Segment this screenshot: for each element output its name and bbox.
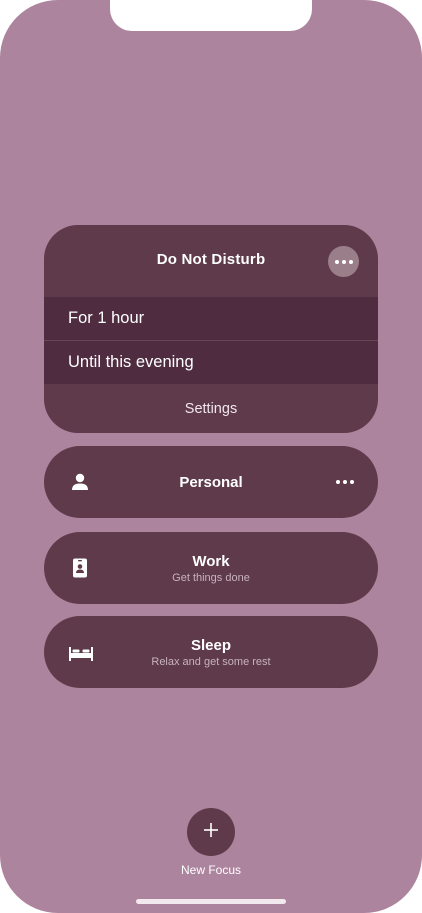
focus-personal[interactable]: Personal xyxy=(44,446,378,518)
bed-icon xyxy=(68,640,93,664)
person-icon xyxy=(68,470,92,494)
option-label: Until this evening xyxy=(68,353,194,371)
new-focus-button[interactable] xyxy=(187,808,235,856)
option-until-this-evening[interactable]: Until this evening xyxy=(44,341,378,384)
focus-personal-text: Personal xyxy=(104,446,318,518)
dnd-settings-link[interactable]: Settings xyxy=(44,401,378,417)
dnd-more-button[interactable] xyxy=(328,246,359,277)
focus-title: Sleep xyxy=(190,636,232,654)
focus-subtitle: Get things done xyxy=(172,571,250,584)
focus-sleep-text: Sleep Relax and get some rest xyxy=(104,616,318,688)
id-badge-icon xyxy=(68,556,92,580)
personal-more-button[interactable] xyxy=(336,480,354,484)
option-label: For 1 hour xyxy=(68,309,145,327)
do-not-disturb-card[interactable]: Do Not Disturb For 1 hour Until this eve… xyxy=(44,225,378,433)
ellipsis-icon xyxy=(334,259,353,264)
focus-title: Work xyxy=(192,552,230,570)
focus-title: Personal xyxy=(179,473,243,491)
focus-sleep[interactable]: Sleep Relax and get some rest xyxy=(44,616,378,688)
ellipsis-icon xyxy=(336,480,354,484)
notch xyxy=(110,0,312,31)
focus-screen: Do Not Disturb For 1 hour Until this eve… xyxy=(0,0,422,913)
dnd-header[interactable]: Do Not Disturb xyxy=(44,225,378,297)
plus-icon xyxy=(203,822,219,843)
focus-subtitle: Relax and get some rest xyxy=(151,655,271,668)
focus-work-text: Work Get things done xyxy=(104,532,318,604)
focus-work[interactable]: Work Get things done xyxy=(44,532,378,604)
home-indicator[interactable] xyxy=(136,899,286,904)
new-focus-label: New Focus xyxy=(180,863,242,877)
option-for-1-hour[interactable]: For 1 hour xyxy=(44,297,378,340)
